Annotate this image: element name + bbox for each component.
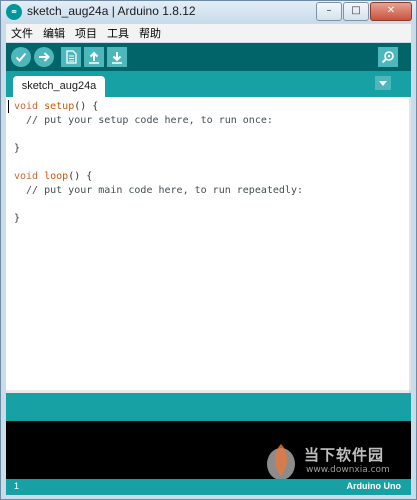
code-editor[interactable]: void setup() { // put your setup code he… [6,97,411,390]
code-comment: // put your main code here, to run repea… [14,185,303,196]
tab-menu-button[interactable] [375,76,391,90]
code-line: void loop() { [14,170,92,184]
code-line: } [14,143,21,154]
verify-button[interactable] [11,47,31,67]
new-button[interactable] [61,47,81,67]
tab-strip: sketch_aug24a [6,71,411,97]
serial-monitor-icon [381,51,394,64]
close-button[interactable]: ✕ [370,2,412,21]
text-caret [8,100,9,113]
open-button[interactable] [84,47,104,67]
toolbar [6,43,411,71]
function-setup: setup [44,101,75,112]
code-line: } [14,213,21,224]
verify-check-icon [15,52,27,62]
window-title: sketch_aug24a | Arduino 1.8.12 [27,4,196,18]
code-punct: () { [74,101,99,112]
save-button[interactable] [107,47,127,67]
watermark-logo-icon [267,444,295,480]
watermark: 当下软件园 www.downxia.com [263,440,413,484]
save-sketch-icon [112,52,122,64]
menu-tools[interactable]: 工具 [102,25,134,41]
maximize-button[interactable]: □ [343,2,369,21]
code-punct: () { [68,171,93,182]
status-bar: 1 Arduino Uno [6,479,411,495]
window-controls: – □ ✕ [315,2,412,21]
menu-bar: 文件 编辑 项目 工具 帮助 [6,24,411,42]
upload-button[interactable] [34,47,54,67]
arduino-logo-icon: ∞ [6,4,22,20]
menu-help[interactable]: 帮助 [134,25,166,41]
arduino-window: ∞ sketch_aug24a | Arduino 1.8.12 – □ ✕ 文… [0,0,417,500]
line-number: 1 [14,481,20,491]
menu-edit[interactable]: 编辑 [38,25,70,41]
menu-file[interactable]: 文件 [6,25,38,41]
chevron-down-icon [379,80,387,86]
title-bar[interactable]: ∞ sketch_aug24a | Arduino 1.8.12 – □ ✕ [1,1,416,23]
watermark-text: 当下软件园 [304,446,385,464]
open-sketch-icon [89,51,99,64]
message-bar [6,393,411,421]
upload-arrow-icon [39,52,50,62]
keyword-void: void [14,171,39,182]
menu-sketch[interactable]: 项目 [70,25,102,41]
minimize-button[interactable]: – [316,2,342,21]
code-comment: // put your setup code here, to run once… [14,115,273,126]
watermark-url: www.downxia.com [306,465,390,475]
function-loop: loop [44,171,69,182]
tab-sketch[interactable]: sketch_aug24a [13,76,105,97]
serial-monitor-button[interactable] [378,47,398,67]
new-sketch-icon [66,50,77,64]
keyword-void: void [14,101,39,112]
code-line: void setup() { [14,100,98,114]
board-name: Arduino Uno [346,481,402,491]
